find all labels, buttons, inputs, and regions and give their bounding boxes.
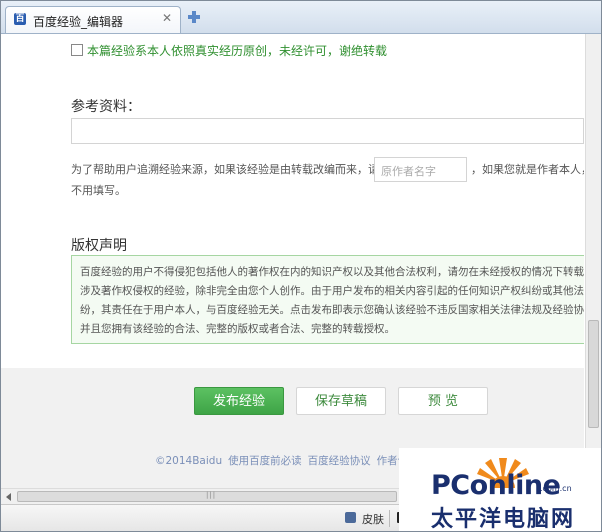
browser-window: 百 百度经验_编辑器 ✕ 本篇经验系本人依照真实经历原创，未经许可，谢绝转载 参… <box>0 0 602 532</box>
tab-title: 百度经验_编辑器 <box>33 15 124 29</box>
new-tab-plus-icon[interactable] <box>187 10 201 24</box>
save-draft-button[interactable]: 保存草稿 <box>296 387 386 415</box>
source-hint-line2: 不用填写。 <box>71 184 126 197</box>
pconline-watermark: PConline .com.cn 太平洋电脑网 <box>399 448 601 532</box>
scroll-left-arrow-icon[interactable] <box>6 493 11 501</box>
source-hint-text: 为了帮助用户追溯经验来源，如果该经验是由转载改编而来，请填写 <box>71 163 401 176</box>
vertical-scrollbar-thumb[interactable] <box>588 320 599 428</box>
original-checkbox[interactable] <box>71 44 83 56</box>
footer-link-agreement[interactable]: 百度经验协议 <box>308 455 371 467</box>
original-declaration[interactable]: 本篇经验系本人依照真实经历原创，未经许可，谢绝转载 <box>71 42 387 59</box>
source-hint-tail: ，如果您就是作者本人，则 <box>471 163 584 176</box>
footer-links: ©2014Baidu使用百度前必读百度经验协议作者创作作 <box>155 453 435 468</box>
status-divider <box>389 510 390 527</box>
copyright-title: 版权声明 <box>71 238 127 254</box>
skin-icon[interactable] <box>345 512 356 523</box>
skin-button[interactable]: 皮肤 <box>362 511 384 527</box>
footer-link-guide[interactable]: 使用百度前必读 <box>228 455 302 467</box>
watermark-domain: .com.cn <box>540 484 572 493</box>
original-declaration-label: 本篇经验系本人依照真实经历原创，未经许可，谢绝转载 <box>87 44 388 58</box>
copyright-notice: 百度经验的用户不得侵犯包括他人的著作权在内的知识产权以及其他合法权利，请勿在未经… <box>71 255 584 344</box>
reference-title: 参考资料： <box>71 99 141 115</box>
copyright-line: 并且您拥有该经验的合法、完整的版权或者合法、完整的转载授权。 <box>80 323 395 335</box>
footer-copyright: ©2014Baidu <box>155 455 223 467</box>
scrollbar-grip-icon: ||| <box>206 491 217 499</box>
reference-input[interactable] <box>71 118 584 144</box>
tab-bar: 百 百度经验_编辑器 ✕ <box>1 1 601 34</box>
watermark-chinese-name: 太平洋电脑网 <box>431 507 576 532</box>
publish-button[interactable]: 发布经验 <box>194 387 284 415</box>
vertical-scrollbar[interactable] <box>585 34 601 488</box>
page-content: 本篇经验系本人依照真实经历原创，未经许可，谢绝转载 参考资料： 为了帮助用户追溯… <box>1 34 584 488</box>
copyright-line: 百度经验的用户不得侵犯包括他人的著作权在内的知识产权以及其他合法权利，请勿在未经… <box>80 266 584 278</box>
tab-editor[interactable]: 百 百度经验_编辑器 ✕ <box>5 6 181 33</box>
original-author-input[interactable]: 原作者名字 <box>374 157 467 182</box>
copyright-line: 涉及著作权侵权的经验，除非完全由您个人创作。由于用户发布的相关内容引起的任何知识… <box>80 285 584 297</box>
close-icon[interactable]: ✕ <box>162 11 172 25</box>
preview-button[interactable]: 预 览 <box>398 387 488 415</box>
baidu-favicon-icon: 百 <box>14 13 26 25</box>
copyright-line: 纷，其责任在于用户本人，与百度经验无关。点击发布即表示您确认该经验不违反国家相关… <box>80 304 584 316</box>
